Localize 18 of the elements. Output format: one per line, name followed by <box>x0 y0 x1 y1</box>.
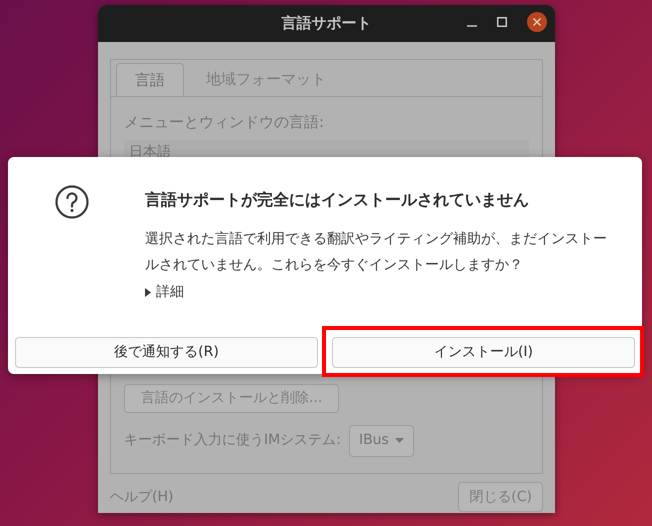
dialog-message: 選択された言語で利用できる翻訳やライティング補助が、まだインストールされていません。これらを今すぐインストールしますか？ <box>145 230 607 275</box>
help-button[interactable]: ヘルプ(H) <box>110 482 174 512</box>
im-system-dropdown[interactable]: IBus <box>348 424 414 456</box>
caret-icon <box>394 438 404 443</box>
close-icon[interactable] <box>527 12 547 32</box>
install-remove-button[interactable]: 言語のインストールと削除... <box>124 384 340 412</box>
im-system-label: キーボード入力に使うIMシステム: <box>124 431 341 450</box>
expander-arrow-icon <box>145 288 151 297</box>
details-expander[interactable]: 詳細 <box>145 282 184 303</box>
close-button[interactable]: 閉じる(C) <box>458 482 543 512</box>
dialog-button[interactable]: 後で通知する(R) <box>15 337 318 368</box>
maximize-icon[interactable] <box>497 17 507 27</box>
question-icon <box>55 185 89 219</box>
dialog-title: 言語サポートが完全にはインストールされていません <box>145 189 530 211</box>
section-label: メニューとウィンドウの言語: <box>124 112 326 133</box>
window-title: 言語サポート <box>282 13 372 34</box>
dialog-button[interactable]: インストール(I) <box>332 337 635 368</box>
tab[interactable]: 言語 <box>116 63 184 96</box>
